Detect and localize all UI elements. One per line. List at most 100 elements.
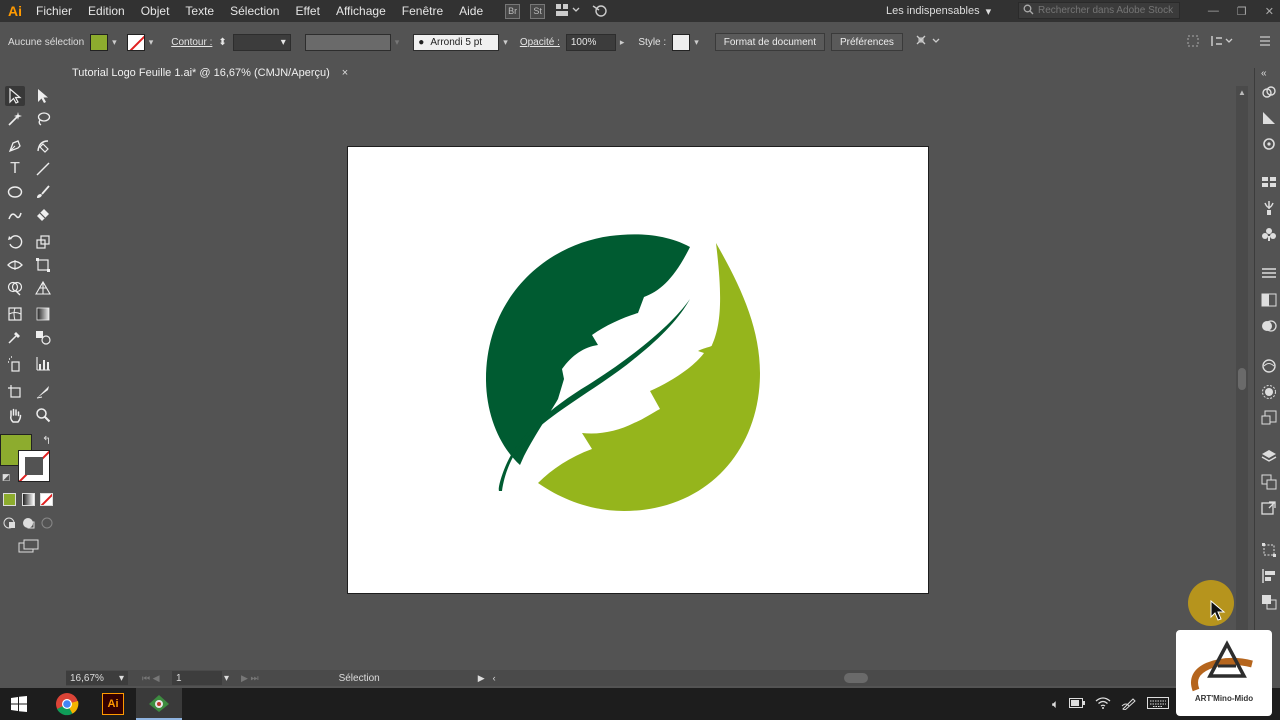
chevron-down-icon[interactable]: ▾ bbox=[694, 37, 699, 48]
screen-mode-icon[interactable] bbox=[18, 539, 40, 556]
artboard-number-field[interactable]: 1 bbox=[172, 671, 222, 685]
battery-icon[interactable] bbox=[1069, 697, 1086, 711]
brush-definition-field[interactable]: ● Arrondi 5 pt bbox=[413, 33, 500, 51]
default-colors-icon[interactable]: ◩ bbox=[2, 472, 11, 483]
status-menu-arrow-icon[interactable]: ▶ bbox=[478, 673, 485, 684]
ellipse-tool-icon[interactable] bbox=[5, 182, 25, 202]
brushes-icon[interactable] bbox=[1261, 200, 1277, 216]
stroke-panel-icon[interactable] bbox=[1261, 266, 1277, 282]
menu-objet[interactable]: Objet bbox=[133, 0, 178, 22]
swatches-icon[interactable] bbox=[1261, 174, 1277, 190]
stroke-label[interactable]: Contour : bbox=[171, 37, 212, 48]
shape-builder-tool-icon[interactable] bbox=[5, 278, 25, 298]
pen-tool-icon[interactable] bbox=[5, 136, 25, 156]
fill-swatch[interactable] bbox=[90, 33, 109, 51]
vertical-scrollbar[interactable]: ▲ ▼ bbox=[1236, 86, 1248, 668]
taskbar-chrome[interactable] bbox=[44, 688, 90, 720]
gradient-panel-icon[interactable] bbox=[1261, 292, 1277, 308]
document-setup-button[interactable]: Format de document bbox=[714, 33, 825, 51]
restore-icon[interactable]: ❐ bbox=[1237, 5, 1247, 18]
stock-button[interactable]: St bbox=[530, 3, 546, 19]
preferences-button[interactable]: Préférences bbox=[830, 33, 903, 51]
color-guide-icon[interactable] bbox=[1261, 136, 1277, 152]
scroll-up-icon[interactable]: ▲ bbox=[1238, 88, 1246, 97]
menu-effet[interactable]: Effet bbox=[287, 0, 327, 22]
arrange-documents-icon[interactable] bbox=[555, 3, 581, 20]
taskbar-illustrator[interactable]: Ai bbox=[90, 688, 136, 720]
symbol-sprayer-tool-icon[interactable] bbox=[5, 354, 25, 374]
blend-tool-icon[interactable] bbox=[33, 327, 53, 347]
draw-normal-icon[interactable] bbox=[3, 516, 17, 533]
column-graph-tool-icon[interactable] bbox=[33, 354, 53, 374]
layers-icon[interactable] bbox=[1261, 448, 1277, 464]
menu-aide[interactable]: Aide bbox=[451, 0, 491, 22]
chevron-down-icon[interactable]: ▾ bbox=[503, 37, 508, 48]
cc-libraries-icon[interactable] bbox=[1261, 84, 1277, 100]
paintbrush-tool-icon[interactable] bbox=[33, 182, 53, 202]
links-icon[interactable] bbox=[1261, 500, 1277, 516]
bridge-button[interactable]: Br bbox=[505, 3, 521, 19]
stroke-color-swatch[interactable] bbox=[18, 450, 50, 482]
artboard-nav-next-last-icon[interactable]: ▶ ⏭ bbox=[241, 673, 259, 684]
graphic-styles-icon[interactable] bbox=[1261, 384, 1277, 400]
menu-texte[interactable]: Texte bbox=[177, 0, 222, 22]
opacity-label[interactable]: Opacité : bbox=[520, 37, 560, 48]
chevron-down-icon[interactable]: ▾ bbox=[224, 673, 229, 684]
transparency-icon[interactable] bbox=[1261, 318, 1277, 334]
graphic-style-swatch[interactable] bbox=[672, 33, 691, 51]
windows-start-button[interactable] bbox=[0, 688, 38, 720]
slice-tool-icon[interactable] bbox=[33, 382, 53, 402]
stroke-weight-stepper[interactable]: ⬍ bbox=[218, 37, 226, 48]
zoom-tool-icon[interactable] bbox=[33, 405, 53, 425]
chevron-down-icon[interactable]: ▾ bbox=[112, 37, 117, 48]
swap-colors-icon[interactable]: ↰ bbox=[42, 434, 51, 447]
opacity-field[interactable]: 100% bbox=[565, 33, 616, 51]
artboard-tool-icon[interactable] bbox=[5, 382, 25, 402]
artboard[interactable] bbox=[347, 146, 929, 594]
canvas-area[interactable] bbox=[66, 86, 1234, 668]
symbols-icon[interactable] bbox=[1261, 226, 1277, 242]
draw-behind-icon[interactable] bbox=[22, 516, 36, 533]
stroke-weight-field[interactable]: ▾ bbox=[232, 33, 291, 51]
close-icon[interactable]: ✕ bbox=[1265, 5, 1274, 18]
volume-icon[interactable]: 🔈︎ bbox=[1052, 697, 1059, 712]
eyedropper-tool-icon[interactable] bbox=[5, 327, 25, 347]
draw-inside-icon[interactable] bbox=[40, 516, 54, 533]
transform-panel-icon[interactable] bbox=[1261, 542, 1277, 558]
mesh-tool-icon[interactable] bbox=[5, 304, 25, 324]
keyboard-icon[interactable] bbox=[1147, 696, 1170, 712]
pen-ink-icon[interactable] bbox=[1121, 696, 1137, 713]
chevron-right-icon[interactable]: ▸ bbox=[620, 37, 625, 48]
align-panel-icon[interactable] bbox=[1261, 568, 1277, 584]
collapse-panels-icon[interactable]: « bbox=[1261, 68, 1277, 84]
free-transform-tool-icon[interactable] bbox=[33, 255, 53, 275]
type-tool-icon[interactable]: T bbox=[5, 159, 25, 179]
curvature-tool-icon[interactable] bbox=[33, 136, 53, 156]
properties-icon[interactable] bbox=[1261, 110, 1277, 126]
line-segment-tool-icon[interactable] bbox=[33, 159, 53, 179]
scroll-left-icon[interactable]: ‹ bbox=[493, 673, 496, 683]
menu-fenetre[interactable]: Fenêtre bbox=[394, 0, 451, 22]
menu-selection[interactable]: Sélection bbox=[222, 0, 287, 22]
eraser-tool-icon[interactable] bbox=[33, 205, 53, 225]
workspace-switcher[interactable]: Les indispensables ▾ bbox=[886, 0, 991, 22]
shaper-tool-icon[interactable] bbox=[5, 205, 25, 225]
menu-fichier[interactable]: Fichier bbox=[28, 0, 80, 22]
stroke-swatch[interactable] bbox=[126, 33, 145, 51]
horizontal-scroll-thumb[interactable] bbox=[844, 673, 868, 683]
lasso-tool-icon[interactable] bbox=[33, 109, 53, 129]
gpu-performance-icon[interactable] bbox=[591, 2, 609, 21]
zoom-level-field[interactable]: 16,67% ▾ bbox=[66, 671, 128, 685]
menu-affichage[interactable]: Affichage bbox=[328, 0, 394, 22]
minimize-icon[interactable]: — bbox=[1208, 5, 1219, 17]
color-mode-button[interactable] bbox=[3, 493, 16, 506]
gradient-tool-icon[interactable] bbox=[33, 304, 53, 324]
leaf-logo-artwork[interactable] bbox=[348, 147, 930, 595]
artboard-nav-first-prev-icon[interactable]: ⏮ ◀ bbox=[142, 673, 160, 684]
selection-tools-icon[interactable] bbox=[915, 34, 943, 51]
menu-edition[interactable]: Edition bbox=[80, 0, 133, 22]
hand-tool-icon[interactable] bbox=[5, 405, 25, 425]
stock-search-input[interactable] bbox=[1038, 5, 1178, 16]
appearance-icon[interactable] bbox=[1261, 358, 1277, 374]
gradient-mode-button[interactable] bbox=[22, 493, 35, 506]
